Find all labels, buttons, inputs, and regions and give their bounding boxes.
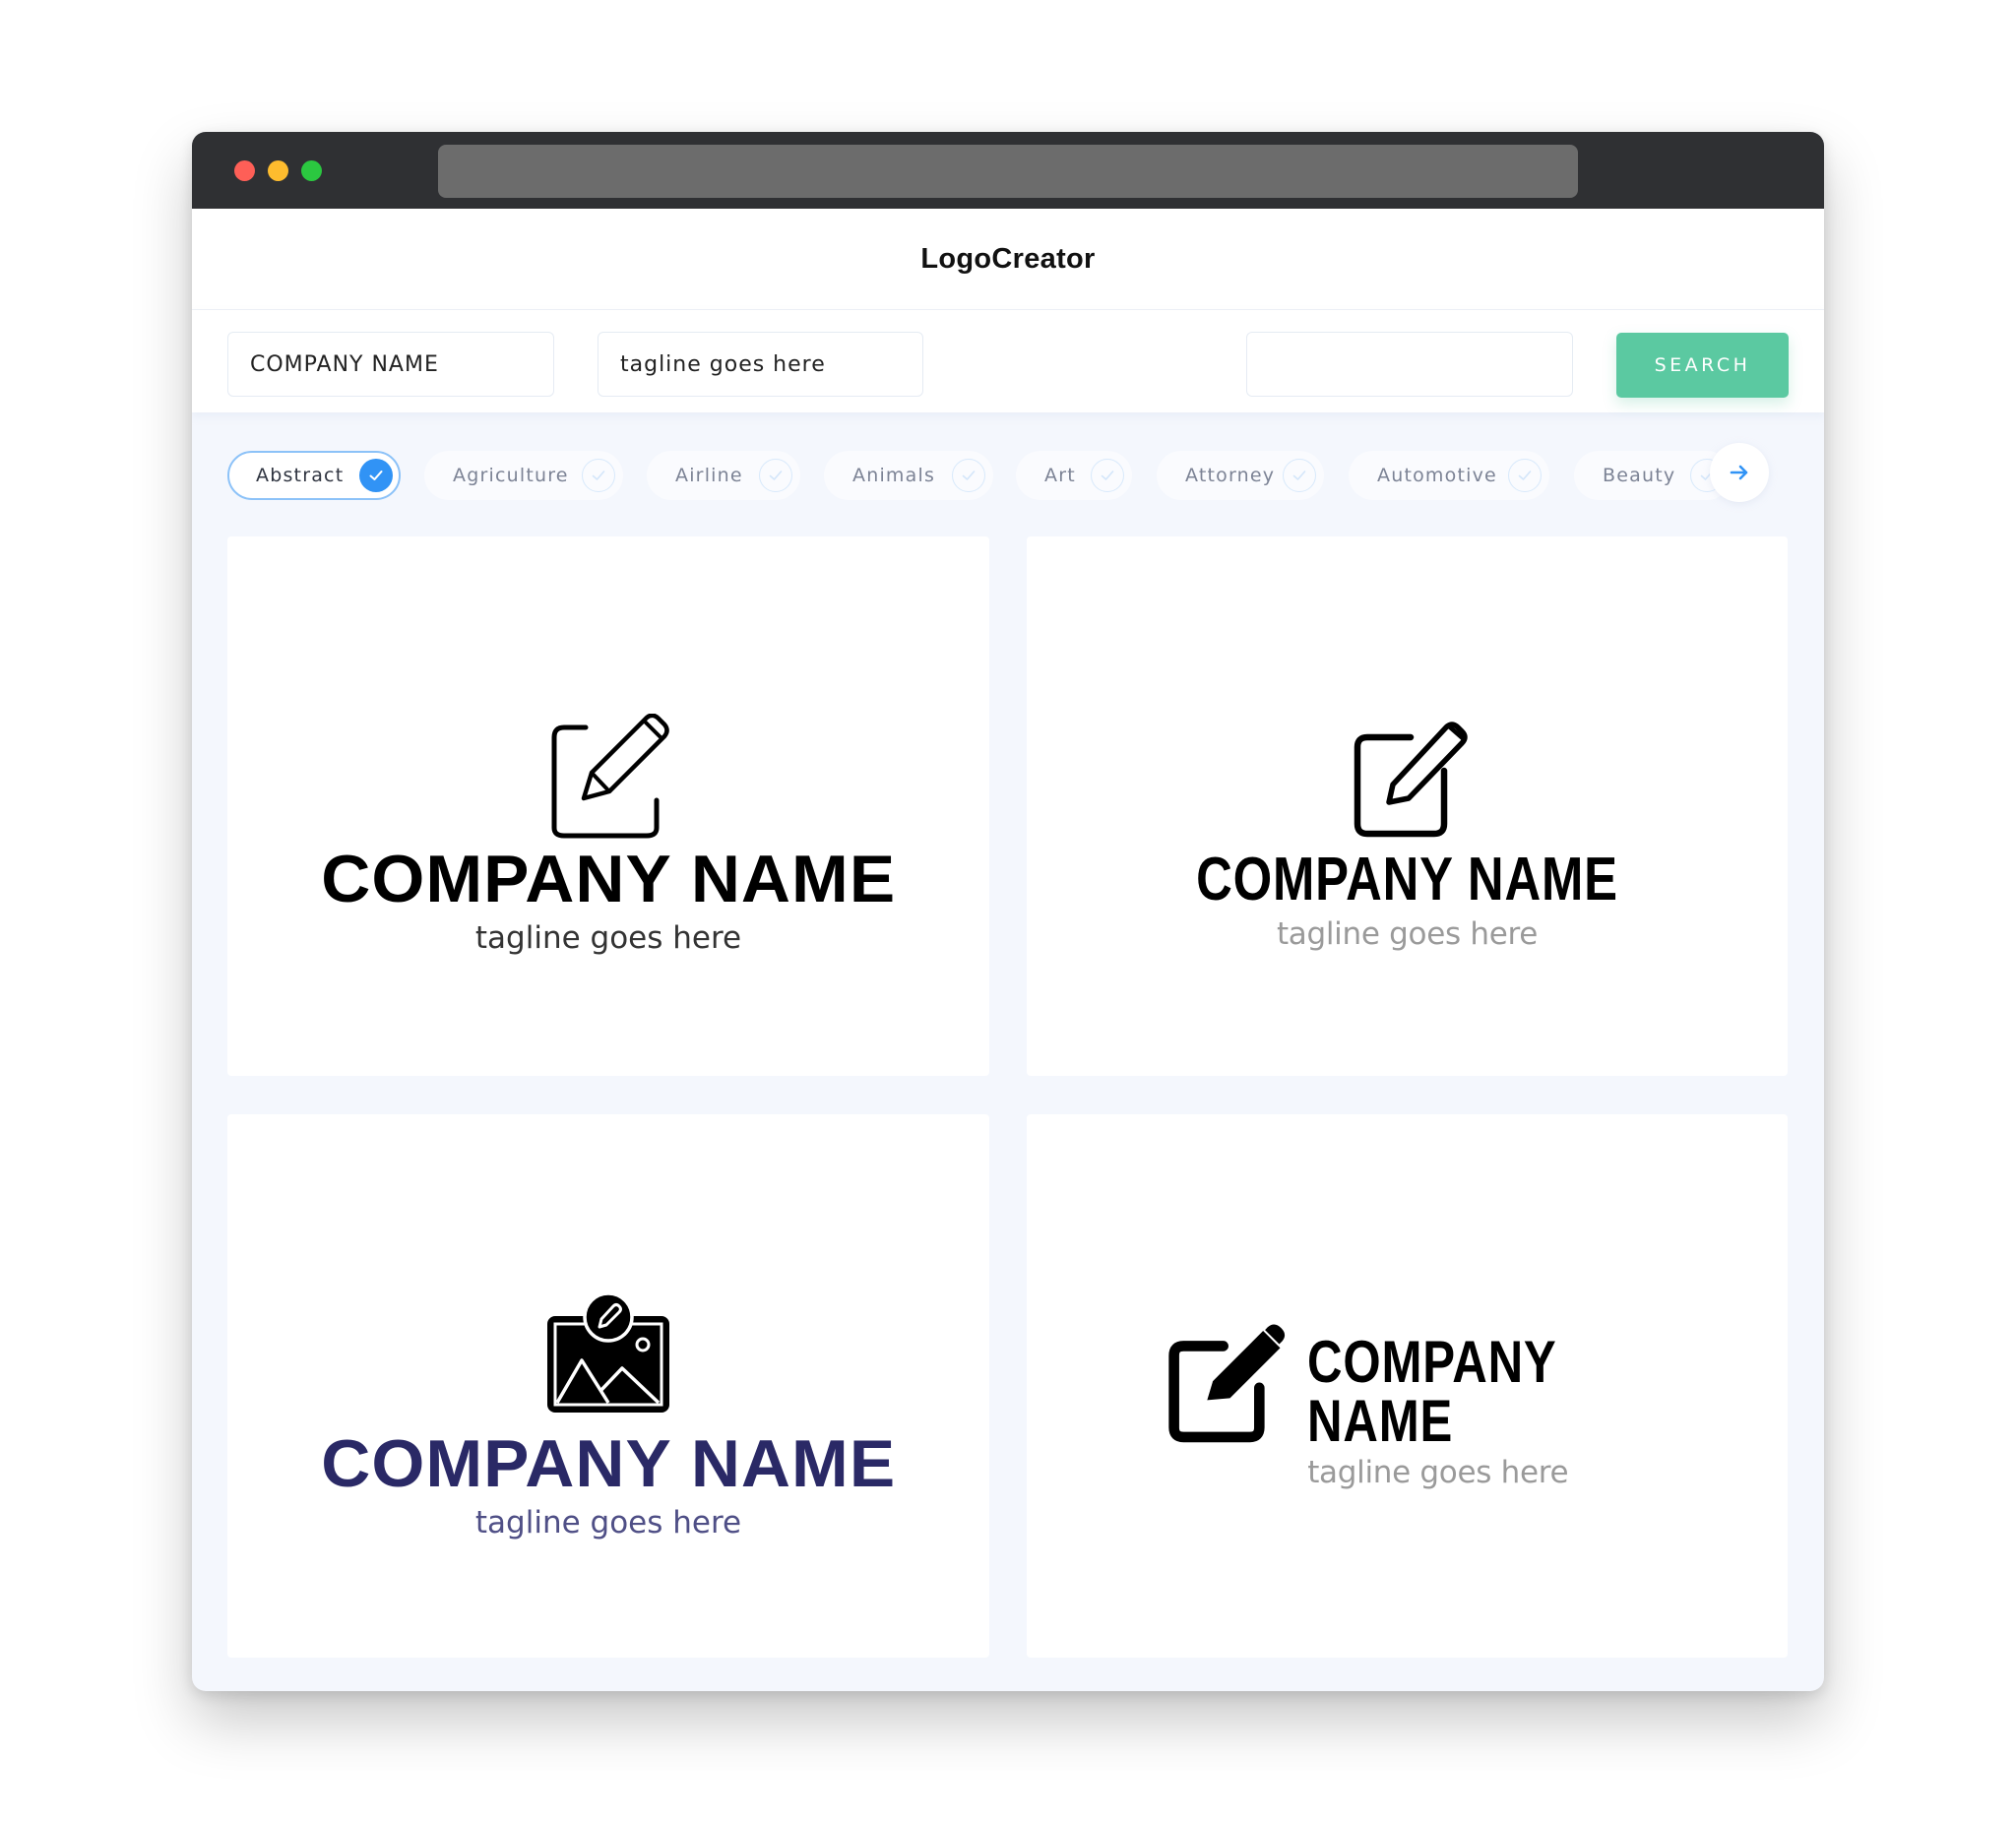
category-chip-label: Airline bbox=[675, 465, 743, 486]
arrow-right-icon bbox=[1730, 465, 1748, 480]
category-chip-label: Art bbox=[1044, 465, 1076, 486]
logo-company-name: COMPANY NAME bbox=[1307, 1329, 1556, 1454]
check-icon bbox=[582, 459, 615, 492]
category-chip-animals[interactable]: Animals bbox=[824, 451, 993, 500]
title-bar bbox=[192, 132, 1824, 209]
image-edit-icon bbox=[547, 1293, 669, 1413]
company-name-input[interactable]: COMPANY NAME bbox=[227, 332, 554, 397]
logo-card[interactable]: COMPANY NAME tagline goes here bbox=[1027, 536, 1788, 1076]
categories-next-button[interactable] bbox=[1710, 443, 1769, 502]
address-bar[interactable] bbox=[438, 145, 1578, 198]
category-filter-bar: Abstract Agriculture Airline Animals Art bbox=[192, 425, 1824, 504]
browser-window: LogoCreator COMPANY NAME tagline goes he… bbox=[192, 132, 1824, 1691]
category-chip-label: Abstract bbox=[256, 465, 345, 486]
category-chip-label: Animals bbox=[852, 465, 936, 486]
edit-note-outline-icon bbox=[1354, 722, 1468, 838]
check-icon bbox=[359, 459, 393, 492]
category-chip-label: Attorney bbox=[1185, 465, 1276, 486]
edit-note-filled-icon bbox=[1168, 1324, 1286, 1443]
minimize-window-button[interactable] bbox=[268, 160, 288, 181]
category-chip-airline[interactable]: Airline bbox=[647, 451, 800, 500]
category-chip-automotive[interactable]: Automotive bbox=[1349, 451, 1549, 500]
logo-card[interactable]: COMPANY NAME tagline goes here bbox=[227, 1114, 989, 1658]
check-icon bbox=[1283, 459, 1316, 492]
category-chip-abstract[interactable]: Abstract bbox=[227, 451, 401, 500]
category-chip-label: Agriculture bbox=[453, 465, 569, 486]
search-row: COMPANY NAME tagline goes here SEARCH bbox=[192, 310, 1824, 412]
check-icon bbox=[1091, 459, 1124, 492]
app-title: LogoCreator bbox=[920, 242, 1096, 275]
check-icon bbox=[952, 459, 985, 492]
logo-company-name: COMPANY NAME bbox=[321, 842, 896, 916]
logo-card[interactable]: COMPANY NAME tagline goes here bbox=[227, 536, 989, 1076]
keyword-input[interactable] bbox=[1246, 332, 1573, 397]
logo-tagline: tagline goes here bbox=[474, 920, 742, 956]
category-chip-label: Automotive bbox=[1377, 465, 1497, 486]
category-chip-beauty[interactable]: Beauty bbox=[1574, 451, 1732, 500]
logo-tagline: tagline goes here bbox=[1276, 916, 1539, 952]
check-icon bbox=[759, 459, 792, 492]
close-window-button[interactable] bbox=[234, 160, 255, 181]
logo-company-name: COMPANY NAME bbox=[321, 1426, 896, 1501]
edit-note-outline-icon bbox=[551, 714, 669, 839]
tagline-input[interactable]: tagline goes here bbox=[598, 332, 923, 397]
logo-tagline: tagline goes here bbox=[1307, 1455, 1569, 1490]
category-chip-attorney[interactable]: Attorney bbox=[1157, 451, 1324, 500]
logo-tagline: tagline goes here bbox=[474, 1505, 742, 1541]
category-chip-art[interactable]: Art bbox=[1016, 451, 1132, 500]
logo-company-name: COMPANY NAME bbox=[1196, 846, 1618, 913]
search-button[interactable]: SEARCH bbox=[1616, 333, 1789, 398]
check-icon bbox=[1508, 459, 1542, 492]
logo-card[interactable]: COMPANY NAME tagline goes here bbox=[1027, 1114, 1788, 1658]
maximize-window-button[interactable] bbox=[301, 160, 322, 181]
app-header: LogoCreator bbox=[192, 209, 1824, 310]
category-chip-label: Beauty bbox=[1603, 465, 1676, 486]
category-chip-agriculture[interactable]: Agriculture bbox=[424, 451, 623, 500]
